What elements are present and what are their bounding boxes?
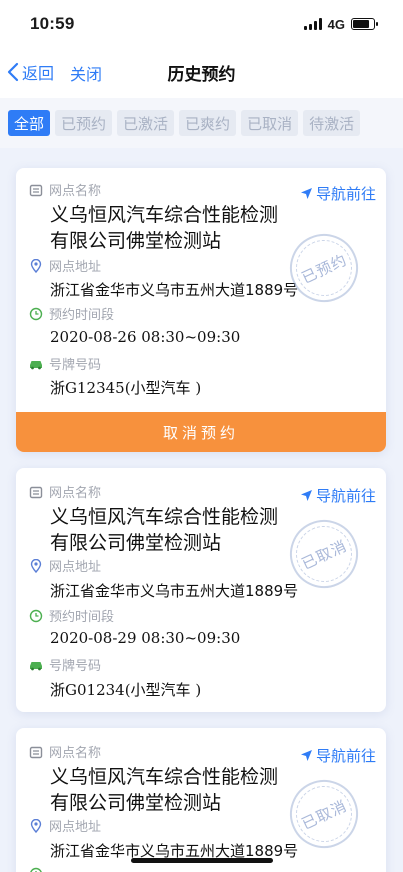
back-label: 返回 (22, 64, 55, 83)
plate-number: 浙G12345(小型汽车 ) (50, 379, 202, 397)
status-stamp-text: 已预约 (298, 250, 350, 287)
time-slot: 2020-08-26 08:30~09:30 (50, 328, 241, 346)
page-title: 历史预约 (167, 65, 236, 85)
status-icons: 4G (303, 16, 378, 32)
cancel-appointment-button[interactable]: 取消预约 (16, 412, 386, 452)
building-icon (28, 744, 44, 760)
navigation-arrow-icon (300, 750, 312, 761)
station-address-label-text: 网点地址 (49, 820, 102, 835)
time-slot: 2020-08-29 08:30~09:30 (50, 629, 241, 647)
location-pin-icon (28, 258, 44, 274)
navigation-arrow-icon (300, 188, 312, 199)
station-name-label: 网点名称 (28, 742, 101, 761)
navigate-label: 导航前往 (315, 747, 376, 765)
station-name-label-text: 网点名称 (49, 184, 102, 199)
time-slot-label: 预约时间段 (28, 304, 114, 323)
station-name-line: 义乌恒风汽车综合性能检测 (50, 204, 279, 226)
building-icon (28, 484, 44, 500)
car-icon (28, 356, 44, 372)
station-name-label: 网点名称 (28, 482, 101, 501)
time-slot-label (28, 866, 49, 872)
appointment-card: 网点名称 导航前往 义乌恒风汽车综合性能检测 有限公司佛堂检测站 网点地址 浙江… (16, 468, 386, 712)
tab-cancelled[interactable]: 已取消 (241, 110, 299, 136)
navigate-label: 导航前往 (315, 185, 376, 203)
time-slot-label-text: 预约时间段 (49, 308, 115, 323)
station-address-label: 网点地址 (28, 256, 101, 275)
signal-icon (303, 18, 322, 30)
station-address-label: 网点地址 (28, 556, 101, 575)
station-name-label-text: 网点名称 (49, 746, 102, 761)
home-indicator[interactable] (131, 858, 273, 863)
back-button[interactable]: 返回 (6, 60, 54, 84)
station-name-label-text: 网点名称 (49, 486, 102, 501)
station-address-label-text: 网点地址 (49, 260, 102, 275)
chevron-left-icon (7, 62, 19, 82)
location-pin-icon (28, 818, 44, 834)
clock-icon (28, 306, 44, 322)
station-name-label: 网点名称 (28, 180, 101, 199)
nav-bar: 返回 关闭 历史预约 (0, 48, 403, 98)
plate-number-label-text: 号牌号码 (49, 659, 102, 674)
tab-pending[interactable]: 待激活 (303, 110, 361, 136)
plate-number-label: 号牌号码 (28, 354, 101, 373)
tab-missed[interactable]: 已爽约 (179, 110, 237, 136)
status-bar: 10:59 4G (0, 0, 403, 48)
tab-all[interactable]: 全部 (8, 110, 51, 136)
navigate-button[interactable]: 导航前往 (300, 745, 376, 766)
navigation-arrow-icon (300, 490, 312, 501)
building-icon (28, 182, 44, 198)
plate-number-label-text: 号牌号码 (49, 358, 102, 373)
appointment-card: 网点名称 导航前往 义乌恒风汽车综合性能检测 有限公司佛堂检测站 网点地址 浙江… (16, 168, 386, 452)
status-stamp-text: 已取消 (298, 796, 350, 833)
location-pin-icon (28, 558, 44, 574)
status-time: 10:59 (30, 14, 75, 33)
clock-icon (28, 608, 44, 624)
filter-tabs: 全部 已预约 已激活 已爽约 已取消 待激活 (0, 98, 403, 148)
car-icon (28, 657, 44, 673)
plate-number-label: 号牌号码 (28, 655, 101, 674)
battery-icon (351, 18, 378, 30)
navigate-button[interactable]: 导航前往 (300, 183, 376, 204)
network-type: 4G (327, 16, 345, 32)
plate-number: 浙G01234(小型汽车 ) (50, 681, 202, 699)
station-address-label-text: 网点地址 (49, 560, 102, 575)
time-slot-label: 预约时间段 (28, 606, 114, 625)
close-button[interactable]: 关闭 (70, 61, 102, 85)
navigate-button[interactable]: 导航前往 (300, 485, 376, 506)
navigate-label: 导航前往 (315, 487, 376, 505)
status-stamp-text: 已取消 (298, 536, 350, 573)
clock-icon (28, 866, 44, 872)
appointment-card: 网点名称 导航前往 义乌恒风汽车综合性能检测 有限公司佛堂检测站 网点地址 浙江… (16, 728, 386, 872)
tab-booked[interactable]: 已预约 (55, 110, 113, 136)
tab-activated[interactable]: 已激活 (117, 110, 175, 136)
station-address-label: 网点地址 (28, 816, 101, 835)
time-slot-label-text: 预约时间段 (49, 610, 115, 625)
